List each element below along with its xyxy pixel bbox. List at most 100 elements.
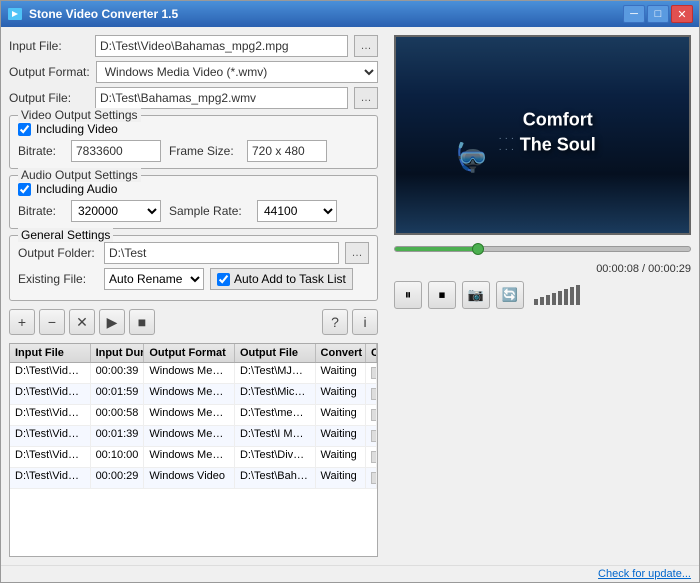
existing-file-label: Existing File: [18, 272, 98, 286]
progress-cell [366, 405, 377, 425]
include-video-checkbox[interactable] [18, 123, 31, 136]
close-button[interactable]: ✕ [671, 5, 693, 23]
pause-button[interactable]: ⏸ [394, 281, 422, 309]
col-dur-header: Input Duration [91, 344, 145, 362]
include-audio-checkbox[interactable] [18, 183, 31, 196]
seek-bar[interactable] [394, 241, 691, 257]
video-preview: 🤿 · · ·· · · Comfort The Soul [394, 35, 691, 235]
table-cell: D:\Test\Video\Micke... [10, 384, 91, 404]
table-cell: Waiting [316, 405, 366, 425]
maximize-button[interactable]: □ [647, 5, 669, 23]
table-cell: Waiting [316, 363, 366, 383]
progress-bar-container [371, 388, 377, 400]
input-file-field[interactable] [95, 35, 348, 57]
check-update-link[interactable]: Check for update... [598, 568, 691, 580]
input-file-browse[interactable]: … [354, 35, 378, 57]
player-controls: ⏸ ⏹ 📷 🔄 [394, 281, 691, 309]
auto-add-button[interactable]: Auto Add to Task List [210, 268, 353, 290]
snapshot-button[interactable]: 📷 [462, 281, 490, 309]
task-toolbar: + − ✕ ▶ ■ ? i [9, 305, 378, 339]
remove-task-button[interactable]: − [39, 309, 65, 335]
vol-bar-6 [564, 289, 568, 305]
table-row[interactable]: D:\Test\Video\J Mad...00:01:39Windows Me… [10, 426, 377, 447]
rename-select[interactable]: Auto Rename Overwrite Skip [104, 268, 204, 290]
table-header: Input File Input Duration Output Format … [10, 344, 377, 363]
table-cell: 00:00:39 [91, 363, 145, 383]
minimize-button[interactable]: ─ [623, 5, 645, 23]
auto-add-checkbox[interactable] [217, 273, 230, 286]
output-folder-label: Output Folder: [18, 246, 98, 260]
input-file-row: Input File: … [9, 35, 378, 57]
frame-size-input[interactable] [247, 140, 327, 162]
title-bar-left: Stone Video Converter 1.5 [7, 6, 178, 22]
col-progress-header: Convert Progress [366, 344, 377, 362]
table-row[interactable]: D:\Test\Video\MJPE...00:00:39Windows Med… [10, 363, 377, 384]
preview-text: Comfort The Soul [520, 107, 596, 157]
loop-button[interactable]: 🔄 [496, 281, 524, 309]
output-file-row: Output File: … [9, 87, 378, 109]
table-cell: D:\Test\mewmew-vo... [235, 405, 316, 425]
title-buttons: ─ □ ✕ [623, 5, 693, 23]
col-input-header: Input File [10, 344, 91, 362]
stop-button[interactable]: ■ [129, 309, 155, 335]
info-button[interactable]: i [352, 309, 378, 335]
table-cell: Windows Media Video [144, 405, 235, 425]
add-task-button[interactable]: + [9, 309, 35, 335]
play-button[interactable]: ▶ [99, 309, 125, 335]
sample-rate-select[interactable]: 44100 22050 48000 [257, 200, 337, 222]
output-folder-field[interactable] [104, 242, 339, 264]
cancel-task-button[interactable]: ✕ [69, 309, 95, 335]
preview-line1: Comfort [523, 109, 593, 129]
audio-bitrate-row: Bitrate: 320000 128000 192000 Sample Rat… [18, 200, 369, 222]
output-format-row: Output Format: Windows Media Video (*.wm… [9, 61, 378, 83]
left-panel: Input File: … Output Format: Windows Med… [1, 27, 386, 565]
include-video-row: Including Video [18, 122, 369, 136]
include-video-label: Including Video [36, 122, 118, 136]
video-bitrate-input[interactable] [71, 140, 161, 162]
table-cell: D:\Test\Video\DivX_s... [10, 447, 91, 467]
table-cell: 00:00:29 [91, 468, 145, 488]
table-body[interactable]: D:\Test\Video\MJPE...00:00:39Windows Med… [10, 363, 377, 556]
output-file-browse[interactable]: … [354, 87, 378, 109]
audio-settings-section: Audio Output Settings Including Audio Bi… [9, 175, 378, 229]
help-button[interactable]: ? [322, 309, 348, 335]
vol-bar-1 [534, 299, 538, 305]
table-cell: Windows Media Video [144, 447, 235, 467]
table-cell: Windows Media Video [144, 384, 235, 404]
table-row[interactable]: D:\Test\Video\mew...00:00:58Windows Medi… [10, 405, 377, 426]
app-icon [7, 6, 23, 22]
preview-bubbles: · · ·· · · [499, 133, 515, 155]
stop-control-button[interactable]: ⏹ [428, 281, 456, 309]
table-row[interactable]: D:\Test\Video\DivX_s...00:10:00Windows M… [10, 447, 377, 468]
output-format-select[interactable]: Windows Media Video (*.wmv) AVI MP4 [96, 61, 378, 83]
preview-diver: 🤿 [455, 141, 490, 174]
general-settings-title: General Settings [18, 228, 113, 242]
audio-bitrate-label: Bitrate: [18, 204, 63, 218]
table-cell: Windows Media Video [144, 363, 235, 383]
title-bar: Stone Video Converter 1.5 ─ □ ✕ [1, 1, 699, 27]
video-bitrate-label: Bitrate: [18, 144, 63, 158]
audio-bitrate-select[interactable]: 320000 128000 192000 [71, 200, 161, 222]
auto-add-label: Auto Add to Task List [234, 272, 346, 286]
table-cell: D:\Test\Video\MJPE... [10, 363, 91, 383]
table-cell: Waiting [316, 468, 366, 488]
seek-knob[interactable] [472, 243, 484, 255]
sample-rate-label: Sample Rate: [169, 204, 249, 218]
frame-size-label: Frame Size: [169, 144, 239, 158]
main-content: Input File: … Output Format: Windows Med… [1, 27, 699, 565]
vol-bar-7 [570, 287, 574, 305]
output-folder-browse[interactable]: … [345, 242, 369, 264]
window-title: Stone Video Converter 1.5 [29, 7, 178, 21]
audio-settings-title: Audio Output Settings [18, 168, 141, 182]
include-audio-label: Including Audio [36, 182, 117, 196]
table-row[interactable]: D:\Test\Video\Baha...00:00:29Windows Vid… [10, 468, 377, 489]
table-row[interactable]: D:\Test\Video\Micke...00:01:59Windows Me… [10, 384, 377, 405]
progress-bar-container [371, 409, 377, 421]
main-window: Stone Video Converter 1.5 ─ □ ✕ Input Fi… [0, 0, 700, 583]
output-file-field[interactable] [95, 87, 348, 109]
table-cell: Waiting [316, 447, 366, 467]
table-cell: D:\Test\Video\mew... [10, 405, 91, 425]
table-cell: D:\Test\Video\Baha... [10, 468, 91, 488]
table-cell: D:\Test\I Made Mone... [235, 426, 316, 446]
task-table: Input File Input Duration Output Format … [9, 343, 378, 557]
